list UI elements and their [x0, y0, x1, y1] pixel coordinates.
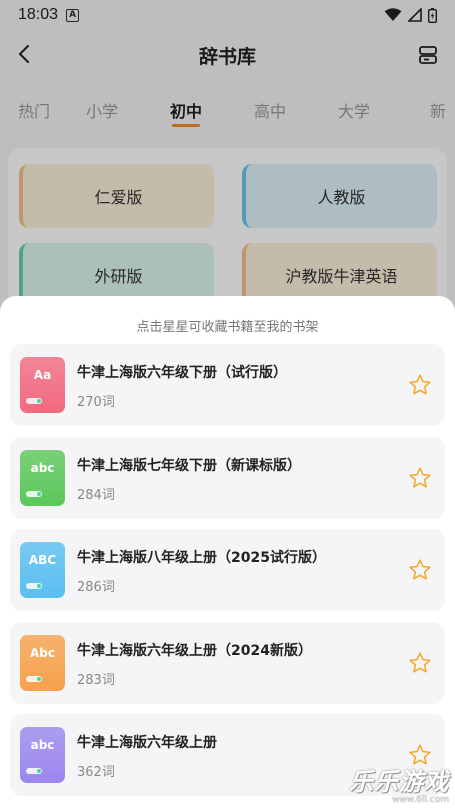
star-outline-icon[interactable] — [408, 558, 432, 582]
book-word-count: 284词 — [77, 487, 115, 503]
sheet-hint: 点击星星可收藏书籍至我的书架 — [136, 320, 319, 335]
book-title: 牛津上海版六年级下册（试行版） — [77, 365, 287, 381]
cover-toggle-icon — [26, 398, 42, 404]
book-title: 牛津上海版六年级上册 — [77, 735, 217, 751]
book-word-count: 362词 — [77, 765, 115, 780]
book-list: Aa 牛津上海版六年级下册（试行版） 270词 abc 牛津上海版七年级下册（新… — [10, 344, 445, 807]
cover-toggle-icon — [26, 768, 42, 774]
book-title: 牛津上海版六年级上册（2024新版） — [77, 642, 312, 659]
book-cover: abc — [20, 727, 65, 783]
star-outline-icon[interactable] — [408, 651, 432, 675]
book-word-count: 283词 — [77, 672, 115, 688]
cover-toggle-icon — [26, 490, 42, 497]
book-title: 牛津上海版八年级上册（2025试行版） — [77, 550, 326, 566]
book-cover-text: abc — [30, 738, 55, 752]
star-outline-icon[interactable] — [408, 373, 432, 397]
book-list-item[interactable]: abc 牛津上海版六年级上册 362词 — [10, 714, 445, 796]
cover-toggle-icon — [26, 583, 42, 589]
book-word-count: 270词 — [77, 395, 115, 410]
book-cover: ABC — [20, 542, 65, 598]
star-outline-icon[interactable] — [408, 466, 432, 490]
book-list-item[interactable]: Abc 牛津上海版六年级上册（2024新版） 283词 — [10, 621, 445, 704]
book-cover-text: Abc — [30, 645, 55, 660]
book-cover: Abc — [20, 634, 65, 691]
book-cover-text: ABC — [28, 553, 57, 567]
book-cover: Aa — [20, 357, 65, 413]
cover-toggle-icon — [26, 675, 42, 682]
book-list-item[interactable]: ABC 牛津上海版八年级上册（2025试行版） 286词 — [10, 529, 445, 611]
book-cover: abc — [20, 449, 65, 506]
book-list-item[interactable]: Aa 牛津上海版六年级下册（试行版） 270词 — [10, 344, 445, 426]
book-cover-text: Aa — [33, 368, 52, 382]
book-word-count: 286词 — [77, 580, 115, 595]
book-cover-text: abc — [30, 460, 55, 475]
book-list-item[interactable]: abc 牛津上海版七年级下册（新课标版） 284词 — [10, 436, 445, 519]
star-outline-icon[interactable] — [408, 743, 432, 767]
book-bottom-sheet: 点击星星可收藏书籍至我的书架 Aa 牛津上海版六年级下册（试行版） 270词 a… — [0, 296, 455, 810]
book-title: 牛津上海版七年级下册（新课标版） — [77, 457, 301, 474]
